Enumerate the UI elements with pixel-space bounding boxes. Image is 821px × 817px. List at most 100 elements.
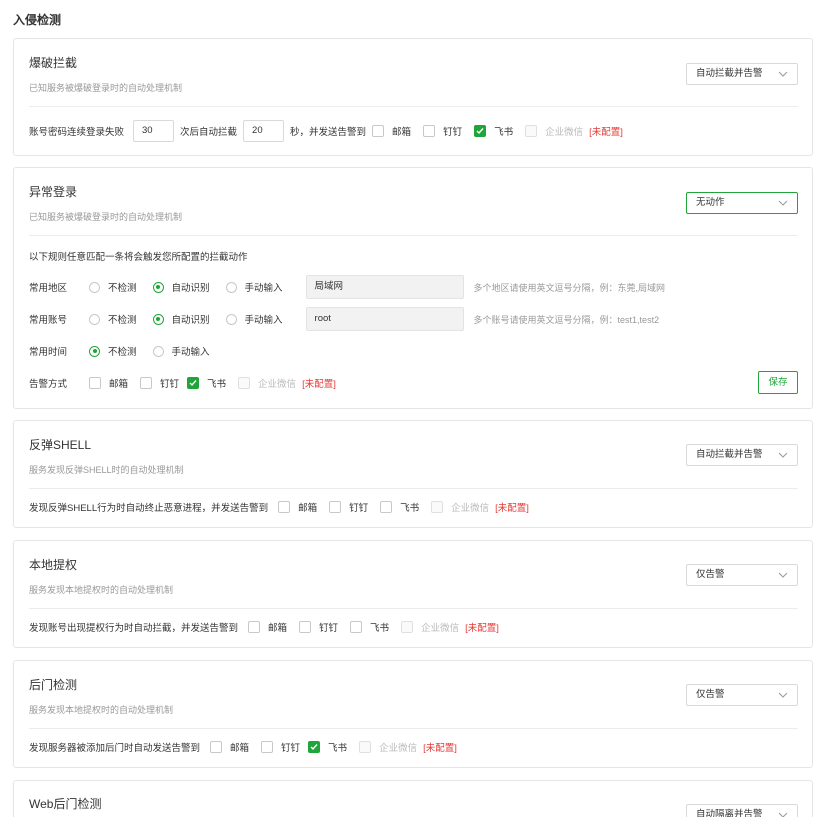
radio-option[interactable]: 不检测 xyxy=(89,280,137,294)
dingtalk-checkbox[interactable] xyxy=(423,125,436,137)
check-icon xyxy=(476,128,484,135)
chevron-down-icon xyxy=(778,200,788,206)
action-select[interactable]: 仅告警 xyxy=(686,684,798,706)
radio-option[interactable]: 不检测 xyxy=(89,344,137,358)
feishu-label: 飞书 xyxy=(207,379,227,390)
backdoor-card: 后门检测 服务发现本地提权时的自动处理机制 仅告警 发现服务器被添加后门时自动发… xyxy=(13,660,813,768)
action-select-value: 自动隔离并告警 xyxy=(696,809,763,817)
fail-count-input[interactable]: 30 xyxy=(133,120,175,142)
wecom-checkbox[interactable] xyxy=(525,125,538,137)
radio-button xyxy=(152,313,164,325)
dingtalk-label: 钉钉 xyxy=(160,379,180,390)
feishu-checkbox[interactable] xyxy=(474,125,487,137)
card-title: 爆破拦截 xyxy=(29,56,78,70)
unconfigured-link[interactable]: [未配置] xyxy=(465,620,499,634)
unconfigured-link[interactable]: [未配置] xyxy=(495,500,529,514)
email-checkbox[interactable] xyxy=(248,621,261,633)
privilege-rule-row: 发现账号出现提权行为时自动拦截，并发送告警到 邮箱 钉钉 飞书 企业微信 [未配… xyxy=(29,616,499,638)
feishu-label: 飞书 xyxy=(328,743,348,754)
dingtalk-checkbox[interactable] xyxy=(140,377,153,389)
dingtalk-label: 钉钉 xyxy=(349,503,369,514)
wecom-label: 企业微信 xyxy=(451,503,490,514)
unconfigured-link[interactable]: [未配置] xyxy=(302,376,336,390)
chevron-down-icon xyxy=(778,572,788,578)
block-seconds-input[interactable]: 20 xyxy=(243,120,285,142)
radio-label: 不检测 xyxy=(108,283,137,294)
radio-button xyxy=(89,313,100,325)
feishu-checkbox[interactable] xyxy=(187,377,200,389)
divider xyxy=(29,488,798,489)
email-checkbox[interactable] xyxy=(372,125,385,137)
divider xyxy=(29,106,798,107)
account-row: 常用账号 不检测 自动识别 手动输入 root 多个账号请使用英文逗号分隔，例：… xyxy=(29,307,659,331)
dingtalk-checkbox[interactable] xyxy=(329,501,342,513)
backdoor-rule-row: 发现服务器被添加后门时自动发送告警到 邮箱 钉钉 飞书 企业微信 [未配置] xyxy=(29,736,457,758)
rule-text: 账号密码连续登录失败 xyxy=(29,127,125,138)
feishu-label: 飞书 xyxy=(370,623,390,634)
email-checkbox[interactable] xyxy=(210,741,223,753)
time-row: 常用时间 不检测 手动输入 xyxy=(29,340,226,362)
email-label: 邮箱 xyxy=(298,503,318,514)
radio-option[interactable]: 手动输入 xyxy=(225,280,283,294)
rule-text: 次后自动拦截 xyxy=(180,127,238,138)
email-checkbox[interactable] xyxy=(89,377,101,389)
wecom-checkbox[interactable] xyxy=(401,621,414,633)
radio-label: 不检测 xyxy=(108,315,137,326)
action-select[interactable]: 仅告警 xyxy=(686,564,798,586)
card-title: 本地提权 xyxy=(29,558,78,572)
radio-label: 手动输入 xyxy=(244,315,283,326)
wecom-label: 企业微信 xyxy=(421,623,460,634)
rule-text: 发现反弹SHELL行为时自动终止恶意进程，并发送告警到 xyxy=(29,503,269,514)
action-select-value: 无动作 xyxy=(696,197,725,208)
dingtalk-checkbox[interactable] xyxy=(299,621,312,633)
wecom-label: 企业微信 xyxy=(258,379,297,390)
check-icon xyxy=(310,744,318,751)
action-select[interactable]: 无动作 xyxy=(686,192,798,214)
action-select[interactable]: 自动拦截并告警 xyxy=(686,444,798,466)
card-title: 反弹SHELL xyxy=(29,438,92,452)
email-checkbox[interactable] xyxy=(278,501,291,513)
wecom-label: 企业微信 xyxy=(379,743,418,754)
divider xyxy=(29,235,798,236)
dingtalk-checkbox[interactable] xyxy=(261,741,274,753)
radio-label: 不检测 xyxy=(108,347,137,358)
account-input[interactable]: root xyxy=(305,307,464,331)
feishu-checkbox[interactable] xyxy=(308,741,321,753)
dingtalk-label: 钉钉 xyxy=(443,127,463,138)
unconfigured-link[interactable]: [未配置] xyxy=(589,124,623,138)
save-button[interactable]: 保存 xyxy=(758,371,798,394)
radio-option[interactable]: 自动识别 xyxy=(152,280,210,294)
dingtalk-label: 钉钉 xyxy=(281,743,301,754)
wecom-checkbox[interactable] xyxy=(238,377,251,389)
radio-option[interactable]: 手动输入 xyxy=(152,344,210,358)
action-select-value: 仅告警 xyxy=(696,569,725,580)
wecom-checkbox[interactable] xyxy=(359,741,372,753)
field-label: 告警方式 xyxy=(29,379,68,390)
action-select[interactable]: 自动拦截并告警 xyxy=(686,63,798,85)
radio-option[interactable]: 不检测 xyxy=(89,312,137,326)
card-title: 后门检测 xyxy=(29,678,78,692)
radio-option[interactable]: 手动输入 xyxy=(225,312,283,326)
action-select-value: 仅告警 xyxy=(696,689,725,700)
action-select[interactable]: 自动隔离并告警 xyxy=(686,804,798,817)
card-desc: 已知服务被爆破登录时的自动处理机制 xyxy=(29,212,183,222)
radio-button xyxy=(89,281,100,293)
action-select-value: 自动拦截并告警 xyxy=(696,68,763,79)
reverse-shell-rule-row: 发现反弹SHELL行为时自动终止恶意进程，并发送告警到 邮箱 钉钉 飞书 企业微… xyxy=(29,496,529,518)
card-title: Web后门检测 xyxy=(29,797,102,811)
rule-note: 以下规则任意匹配一条将会触发您所配置的拦截动作 xyxy=(29,252,248,263)
chevron-down-icon xyxy=(778,812,788,817)
feishu-checkbox[interactable] xyxy=(350,621,363,633)
radio-button xyxy=(152,345,164,357)
field-label: 常用地区 xyxy=(29,283,68,294)
page-title: 入侵检测 xyxy=(13,13,62,27)
unconfigured-link[interactable]: [未配置] xyxy=(423,740,457,754)
feishu-checkbox[interactable] xyxy=(380,501,393,513)
region-input[interactable]: 局域网 xyxy=(305,275,464,299)
rule-text: 发现账号出现提权行为时自动拦截，并发送告警到 xyxy=(29,623,239,634)
card-desc: 服务发现本地提权时的自动处理机制 xyxy=(29,585,174,595)
radio-option[interactable]: 自动识别 xyxy=(152,312,210,326)
wecom-checkbox[interactable] xyxy=(431,501,444,513)
wecom-label: 企业微信 xyxy=(545,127,584,138)
radio-button xyxy=(225,281,237,293)
